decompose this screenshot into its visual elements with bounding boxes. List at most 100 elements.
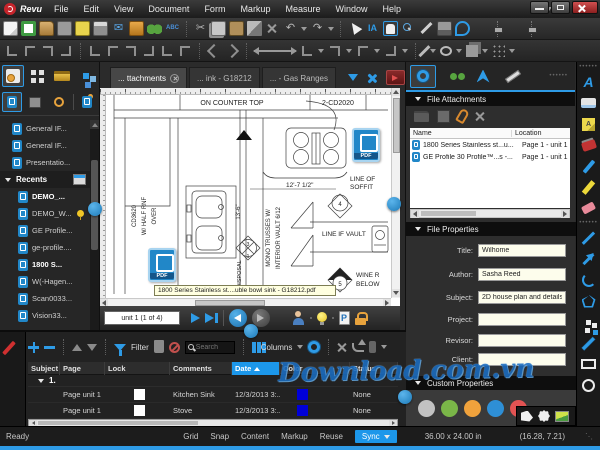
- tab-measure[interactable]: [500, 65, 526, 88]
- hatch-pattern-icon[interactable]: [492, 44, 505, 57]
- open-attachment-icon[interactable]: [414, 111, 429, 122]
- sidebar-scrollbar[interactable]: [90, 120, 99, 330]
- lock-checkbox[interactable]: [134, 405, 145, 416]
- revisor-input[interactable]: [478, 334, 566, 347]
- scroll-up-icon[interactable]: [90, 120, 99, 129]
- pan-hand-icon[interactable]: [383, 21, 398, 36]
- markup-row[interactable]: Page unit 1 Stove 12/3/2013 3:... None: [28, 403, 398, 419]
- menu-markup[interactable]: Markup: [240, 4, 270, 14]
- polyline-tool-icon[interactable]: [580, 314, 598, 330]
- distribute-h-icon[interactable]: [124, 44, 138, 58]
- markup-row[interactable]: Page unit 1 Kitchen Sink 12/3/2013 3:...…: [28, 387, 398, 403]
- add-markup-icon[interactable]: [28, 342, 39, 353]
- trash-icon[interactable]: [154, 342, 164, 353]
- properties-doc-icon[interactable]: P: [339, 311, 350, 325]
- open-folder-icon[interactable]: [39, 21, 54, 36]
- opacity-slider[interactable]: [531, 21, 538, 37]
- back-view-button[interactable]: [229, 309, 247, 327]
- paste-icon[interactable]: [229, 21, 244, 36]
- columns-caret[interactable]: [297, 345, 303, 349]
- remove-markup-icon[interactable]: [44, 342, 55, 353]
- subtab-bluebeam-docs[interactable]: [2, 92, 22, 112]
- menu-measure[interactable]: Measure: [285, 4, 320, 14]
- left-splitter-handle[interactable]: [88, 202, 102, 216]
- lasso-icon[interactable]: [455, 21, 470, 36]
- swatch-green[interactable]: [441, 400, 458, 417]
- search-input[interactable]: [196, 344, 232, 351]
- line-style-icon[interactable]: [384, 44, 398, 58]
- typewriter-tool-icon[interactable]: [580, 95, 598, 111]
- status-icon[interactable]: [369, 341, 376, 353]
- column-location[interactable]: Location: [512, 130, 541, 137]
- menu-view[interactable]: View: [114, 4, 133, 14]
- attachment-row[interactable]: GE Profile 30 Profile™...s -... Page 1 -…: [410, 151, 570, 163]
- col-lock[interactable]: Lock: [105, 362, 170, 375]
- line-style-caret[interactable]: [402, 49, 408, 53]
- subtab-sync-docs[interactable]: [78, 92, 98, 112]
- doc-tab-sink[interactable]: ... ink - G18212: [189, 67, 260, 88]
- align-right-icon[interactable]: [41, 44, 55, 58]
- new-file-icon[interactable]: [3, 21, 18, 36]
- tab-properties-gear[interactable]: [410, 65, 436, 88]
- tab-thumbnails[interactable]: [27, 65, 48, 87]
- collapse-caret-icon[interactable]: [415, 227, 421, 231]
- swatch-gray[interactable]: [418, 400, 435, 417]
- columns-icon[interactable]: [252, 342, 256, 353]
- format-painter-icon[interactable]: [247, 21, 262, 36]
- lightbulb-icon[interactable]: [317, 312, 327, 325]
- print-icon[interactable]: [93, 21, 108, 36]
- note-tool-icon[interactable]: A: [580, 116, 598, 132]
- polygon-tool-icon[interactable]: [580, 293, 598, 309]
- pen-tool-icon[interactable]: [580, 158, 598, 174]
- bottom-splitter-handle[interactable]: [244, 324, 258, 338]
- hide-markups-icon[interactable]: [169, 342, 180, 353]
- bullet-list-icon[interactable]: [356, 44, 370, 58]
- arrow-tool-icon[interactable]: [580, 251, 598, 267]
- col-subject[interactable]: Subject: [28, 362, 60, 375]
- zoom-icon[interactable]: [401, 21, 416, 36]
- resize-arrow-icon[interactable]: [254, 50, 296, 52]
- menu-help[interactable]: Help: [382, 4, 401, 14]
- tab-file-access[interactable]: [2, 65, 24, 87]
- col-page[interactable]: Page: [60, 362, 105, 375]
- scrollbar-thumb[interactable]: [393, 98, 400, 153]
- subtab-local-drive[interactable]: [26, 92, 46, 112]
- align-left-icon[interactable]: [5, 44, 19, 58]
- center-v-icon[interactable]: [106, 44, 120, 58]
- scrollbar-thumb[interactable]: [38, 421, 198, 425]
- resize-grip[interactable]: ⋱: [585, 432, 594, 441]
- rectangle-tool-icon[interactable]: [580, 356, 598, 372]
- paperclip-icon[interactable]: [455, 108, 470, 125]
- tab-search[interactable]: [440, 65, 466, 88]
- scrollbar-thumb[interactable]: [421, 211, 476, 216]
- email-icon[interactable]: ✉: [111, 21, 126, 36]
- undo-caret[interactable]: [301, 27, 307, 31]
- file-properties-header[interactable]: File Properties: [406, 222, 576, 236]
- sticky-flag-icon[interactable]: [75, 21, 90, 36]
- eraser-tool-icon[interactable]: [580, 200, 598, 216]
- spellcheck-icon[interactable]: ABC: [165, 21, 180, 36]
- reply-icon[interactable]: [352, 343, 364, 352]
- color-chip[interactable]: [297, 405, 308, 416]
- profile-icon[interactable]: [292, 311, 305, 325]
- toggle-markup[interactable]: Markup: [281, 432, 308, 441]
- collapse-caret-icon[interactable]: [415, 97, 421, 101]
- list-item[interactable]: Vision33...: [0, 307, 90, 324]
- list-item[interactable]: Scan0033...: [0, 290, 90, 307]
- draw-line-caret[interactable]: [430, 49, 436, 53]
- right-splitter-handle[interactable]: [387, 197, 401, 211]
- toggle-content[interactable]: Content: [241, 432, 269, 441]
- filter-icon[interactable]: [114, 344, 126, 351]
- author-input[interactable]: [478, 268, 566, 281]
- toggle-sync[interactable]: Sync: [355, 430, 397, 443]
- calendar-icon[interactable]: [73, 174, 86, 185]
- columns-label[interactable]: Columns: [261, 343, 293, 352]
- filter-label[interactable]: Filter: [131, 343, 149, 352]
- draw-ellipse-caret[interactable]: [456, 49, 462, 53]
- list-outdent-caret[interactable]: [346, 49, 352, 53]
- corner-splitter-handle[interactable]: [398, 390, 412, 404]
- pin-icon[interactable]: [77, 210, 84, 217]
- flip-horizontal-icon[interactable]: [222, 41, 242, 61]
- list-outdent-icon[interactable]: [328, 44, 342, 58]
- center-h-icon[interactable]: [88, 44, 102, 58]
